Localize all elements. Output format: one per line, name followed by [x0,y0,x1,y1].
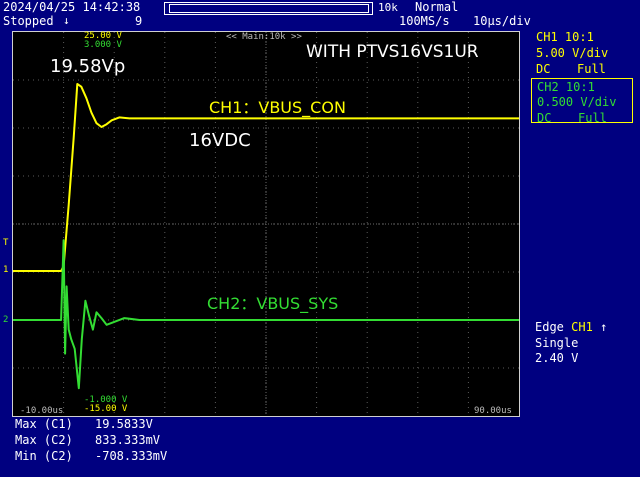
trigger-channel: CH1 [571,320,593,334]
measurement-row: Max (C1) 19.5833V [15,418,153,431]
acquisition-state: Stopped [3,14,54,28]
zoom-indicator: << Main:10k >> [226,32,302,42]
memory-length: 10k [378,1,398,14]
ch1-bottom-scale: -15.00 V [84,404,128,414]
memory-window [169,4,369,13]
ch2-annotation: CH2：VBUS_SYS [207,294,339,313]
ch2-ground-marker[interactable]: 2 [3,314,8,327]
measurement-name: Max (C2) [15,433,73,447]
trigger-type: Edge [535,320,564,334]
ch1-title: CH1 10:1 [536,30,594,44]
acquisition-count: 9 [135,14,143,28]
trigger-edge-icon: ↑ [600,320,608,334]
trigger-edge-icon: ↓ [63,14,70,27]
dc-level-annotation: 16VDC [189,130,251,151]
ch2-bandwidth: Full [578,111,607,125]
measurement-name: Min (C2) [15,449,73,463]
ch2-title: CH2 10:1 [537,80,595,94]
trigger-source[interactable]: Edge CH1 ↑ [535,321,607,334]
ch2-scale: 0.500 V/div [537,95,617,109]
ch2-settings[interactable]: CH2 10:1 0.500 V/div DC Full [531,78,633,125]
ch2-coupling: DC [537,111,552,125]
ch1-coupling: DC [536,62,551,76]
measurement-row: Min (C2) -708.333mV [15,450,167,463]
sample-rate: 100MS/s [399,14,450,28]
time-per-division: 10µs/div [473,14,531,28]
measurement-name: Max (C1) [15,417,73,431]
peak-annotation: 19.58Vp [50,56,126,77]
measurement-value: 833.333mV [95,433,161,447]
plot-title-annotation: WITH PTVS16VS1UR [306,42,479,62]
capture-datetime: 2024/04/25 14:42:38 [3,0,141,14]
ch1-bandwidth: Full [577,62,606,76]
ch1-settings[interactable]: CH1 10:1 5.00 V/div DC Full [531,28,633,76]
trigger-mode: Single [535,336,579,350]
trigger-level-marker[interactable]: T [3,237,8,250]
trigger-level: 2.40 V [535,351,579,365]
ch1-annotation: CH1：VBUS_CON [209,98,346,117]
measurement-row: Max (C2) 833.333mV [15,434,160,447]
acquisition-mode: Normal [415,0,459,14]
measurement-value: 19.5833V [95,417,153,431]
ch1-ground-marker[interactable]: 1 [3,264,8,277]
time-end-label: 90.00us [474,406,512,416]
ch1-scale: 5.00 V/div [536,46,609,60]
ch2-top-scale: 3.000 V [84,40,122,50]
waveform-display[interactable] [12,31,520,417]
measurement-value: -708.333mV [95,449,168,463]
waveform-plot [13,32,519,416]
